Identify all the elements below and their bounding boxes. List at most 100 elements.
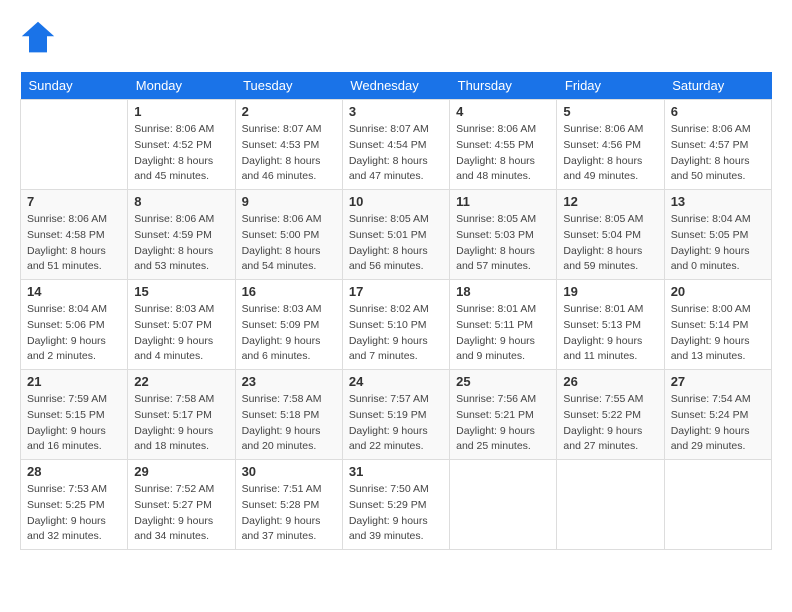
day-number: 16 <box>242 284 336 299</box>
day-info: Sunrise: 8:06 AMSunset: 4:59 PMDaylight:… <box>134 212 228 275</box>
calendar-cell <box>450 460 557 550</box>
day-info: Sunrise: 7:59 AMSunset: 5:15 PMDaylight:… <box>27 392 121 455</box>
day-info: Sunrise: 8:04 AMSunset: 5:06 PMDaylight:… <box>27 302 121 365</box>
calendar-cell: 9 Sunrise: 8:06 AMSunset: 5:00 PMDaylight… <box>235 190 342 280</box>
header-sunday: Sunday <box>21 72 128 100</box>
calendar-cell <box>21 100 128 190</box>
day-number: 17 <box>349 284 443 299</box>
calendar-cell: 28 Sunrise: 7:53 AMSunset: 5:25 PMDayligh… <box>21 460 128 550</box>
day-info: Sunrise: 8:01 AMSunset: 5:11 PMDaylight:… <box>456 302 550 365</box>
header-thursday: Thursday <box>450 72 557 100</box>
day-info: Sunrise: 8:06 AMSunset: 4:52 PMDaylight:… <box>134 122 228 185</box>
day-info: Sunrise: 8:04 AMSunset: 5:05 PMDaylight:… <box>671 212 765 275</box>
calendar-cell <box>557 460 664 550</box>
day-number: 14 <box>27 284 121 299</box>
calendar-cell: 1 Sunrise: 8:06 AMSunset: 4:52 PMDaylight… <box>128 100 235 190</box>
calendar-cell: 21 Sunrise: 7:59 AMSunset: 5:15 PMDayligh… <box>21 370 128 460</box>
day-info: Sunrise: 8:02 AMSunset: 5:10 PMDaylight:… <box>349 302 443 365</box>
header-wednesday: Wednesday <box>342 72 449 100</box>
day-number: 8 <box>134 194 228 209</box>
calendar-cell: 19 Sunrise: 8:01 AMSunset: 5:13 PMDayligh… <box>557 280 664 370</box>
calendar-cell: 27Sunrise: 7:54 AMSunset: 5:24 PMDayligh… <box>664 370 771 460</box>
calendar-cell: 12Sunrise: 8:05 AMSunset: 5:04 PMDayligh… <box>557 190 664 280</box>
day-number: 6 <box>671 104 765 119</box>
day-number: 27 <box>671 374 765 389</box>
day-info: Sunrise: 8:06 AMSunset: 4:57 PMDaylight:… <box>671 122 765 185</box>
calendar-week-row: 1 Sunrise: 8:06 AMSunset: 4:52 PMDaylight… <box>21 100 772 190</box>
calendar-cell: 5Sunrise: 8:06 AMSunset: 4:56 PMDaylight… <box>557 100 664 190</box>
calendar-cell: 15 Sunrise: 8:03 AMSunset: 5:07 PMDayligh… <box>128 280 235 370</box>
calendar-cell: 8 Sunrise: 8:06 AMSunset: 4:59 PMDaylight… <box>128 190 235 280</box>
day-number: 19 <box>563 284 657 299</box>
day-number: 2 <box>242 104 336 119</box>
calendar-week-row: 21 Sunrise: 7:59 AMSunset: 5:15 PMDayligh… <box>21 370 772 460</box>
calendar-cell: 20 Sunrise: 8:00 AMSunset: 5:14 PMDayligh… <box>664 280 771 370</box>
day-info: Sunrise: 7:56 AMSunset: 5:21 PMDaylight:… <box>456 392 550 455</box>
day-number: 20 <box>671 284 765 299</box>
day-info: Sunrise: 8:03 AMSunset: 5:07 PMDaylight:… <box>134 302 228 365</box>
header-tuesday: Tuesday <box>235 72 342 100</box>
day-number: 4 <box>456 104 550 119</box>
day-info: Sunrise: 8:06 AMSunset: 5:00 PMDaylight:… <box>242 212 336 275</box>
calendar-cell: 22 Sunrise: 7:58 AMSunset: 5:17 PMDayligh… <box>128 370 235 460</box>
calendar-cell: 14 Sunrise: 8:04 AMSunset: 5:06 PMDayligh… <box>21 280 128 370</box>
day-info: Sunrise: 8:07 AMSunset: 4:53 PMDaylight:… <box>242 122 336 185</box>
calendar-cell: 10 Sunrise: 8:05 AMSunset: 5:01 PMDayligh… <box>342 190 449 280</box>
calendar-table: Sunday Monday Tuesday Wednesday Thursday… <box>20 72 772 550</box>
day-number: 21 <box>27 374 121 389</box>
day-info: Sunrise: 8:06 AMSunset: 4:55 PMDaylight:… <box>456 122 550 185</box>
day-number: 23 <box>242 374 336 389</box>
calendar-week-row: 7 Sunrise: 8:06 AMSunset: 4:58 PMDaylight… <box>21 190 772 280</box>
day-number: 10 <box>349 194 443 209</box>
day-info: Sunrise: 7:55 AMSunset: 5:22 PMDaylight:… <box>563 392 657 455</box>
day-info: Sunrise: 7:50 AMSunset: 5:29 PMDaylight:… <box>349 482 443 545</box>
calendar-cell: 4 Sunrise: 8:06 AMSunset: 4:55 PMDaylight… <box>450 100 557 190</box>
day-number: 28 <box>27 464 121 479</box>
day-info: Sunrise: 8:01 AMSunset: 5:13 PMDaylight:… <box>563 302 657 365</box>
calendar-cell: 24 Sunrise: 7:57 AMSunset: 5:19 PMDayligh… <box>342 370 449 460</box>
day-number: 24 <box>349 374 443 389</box>
day-info: Sunrise: 7:57 AMSunset: 5:19 PMDaylight:… <box>349 392 443 455</box>
day-number: 29 <box>134 464 228 479</box>
calendar-cell: 7 Sunrise: 8:06 AMSunset: 4:58 PMDaylight… <box>21 190 128 280</box>
day-number: 9 <box>242 194 336 209</box>
day-info: Sunrise: 7:53 AMSunset: 5:25 PMDaylight:… <box>27 482 121 545</box>
day-info: Sunrise: 8:07 AMSunset: 4:54 PMDaylight:… <box>349 122 443 185</box>
day-number: 1 <box>134 104 228 119</box>
day-number: 22 <box>134 374 228 389</box>
day-info: Sunrise: 8:05 AMSunset: 5:04 PMDaylight:… <box>563 212 657 275</box>
calendar-cell: 3Sunrise: 8:07 AMSunset: 4:54 PMDaylight… <box>342 100 449 190</box>
calendar-cell: 26 Sunrise: 7:55 AMSunset: 5:22 PMDayligh… <box>557 370 664 460</box>
day-info: Sunrise: 7:52 AMSunset: 5:27 PMDaylight:… <box>134 482 228 545</box>
calendar-cell: 11 Sunrise: 8:05 AMSunset: 5:03 PMDayligh… <box>450 190 557 280</box>
day-info: Sunrise: 8:05 AMSunset: 5:01 PMDaylight:… <box>349 212 443 275</box>
header-friday: Friday <box>557 72 664 100</box>
calendar-cell: 6 Sunrise: 8:06 AMSunset: 4:57 PMDaylight… <box>664 100 771 190</box>
day-info: Sunrise: 8:05 AMSunset: 5:03 PMDaylight:… <box>456 212 550 275</box>
day-number: 15 <box>134 284 228 299</box>
calendar-cell: 16Sunrise: 8:03 AMSunset: 5:09 PMDayligh… <box>235 280 342 370</box>
day-number: 7 <box>27 194 121 209</box>
header-monday: Monday <box>128 72 235 100</box>
day-info: Sunrise: 7:58 AMSunset: 5:17 PMDaylight:… <box>134 392 228 455</box>
calendar-cell <box>664 460 771 550</box>
calendar-cell: 23 Sunrise: 7:58 AMSunset: 5:18 PMDayligh… <box>235 370 342 460</box>
header-saturday: Saturday <box>664 72 771 100</box>
calendar-cell: 25Sunrise: 7:56 AMSunset: 5:21 PMDayligh… <box>450 370 557 460</box>
calendar-cell: 17 Sunrise: 8:02 AMSunset: 5:10 PMDayligh… <box>342 280 449 370</box>
day-info: Sunrise: 7:58 AMSunset: 5:18 PMDaylight:… <box>242 392 336 455</box>
day-number: 26 <box>563 374 657 389</box>
logo <box>20 20 62 56</box>
calendar-cell: 29 Sunrise: 7:52 AMSunset: 5:27 PMDayligh… <box>128 460 235 550</box>
calendar-cell: 18 Sunrise: 8:01 AMSunset: 5:11 PMDayligh… <box>450 280 557 370</box>
day-number: 18 <box>456 284 550 299</box>
day-number: 11 <box>456 194 550 209</box>
day-info: Sunrise: 8:06 AMSunset: 4:58 PMDaylight:… <box>27 212 121 275</box>
calendar-cell: 13 Sunrise: 8:04 AMSunset: 5:05 PMDayligh… <box>664 190 771 280</box>
day-number: 13 <box>671 194 765 209</box>
day-info: Sunrise: 8:06 AMSunset: 4:56 PMDaylight:… <box>563 122 657 185</box>
calendar-cell: 2 Sunrise: 8:07 AMSunset: 4:53 PMDaylight… <box>235 100 342 190</box>
day-info: Sunrise: 8:00 AMSunset: 5:14 PMDaylight:… <box>671 302 765 365</box>
weekday-header-row: Sunday Monday Tuesday Wednesday Thursday… <box>21 72 772 100</box>
calendar-week-row: 28 Sunrise: 7:53 AMSunset: 5:25 PMDayligh… <box>21 460 772 550</box>
